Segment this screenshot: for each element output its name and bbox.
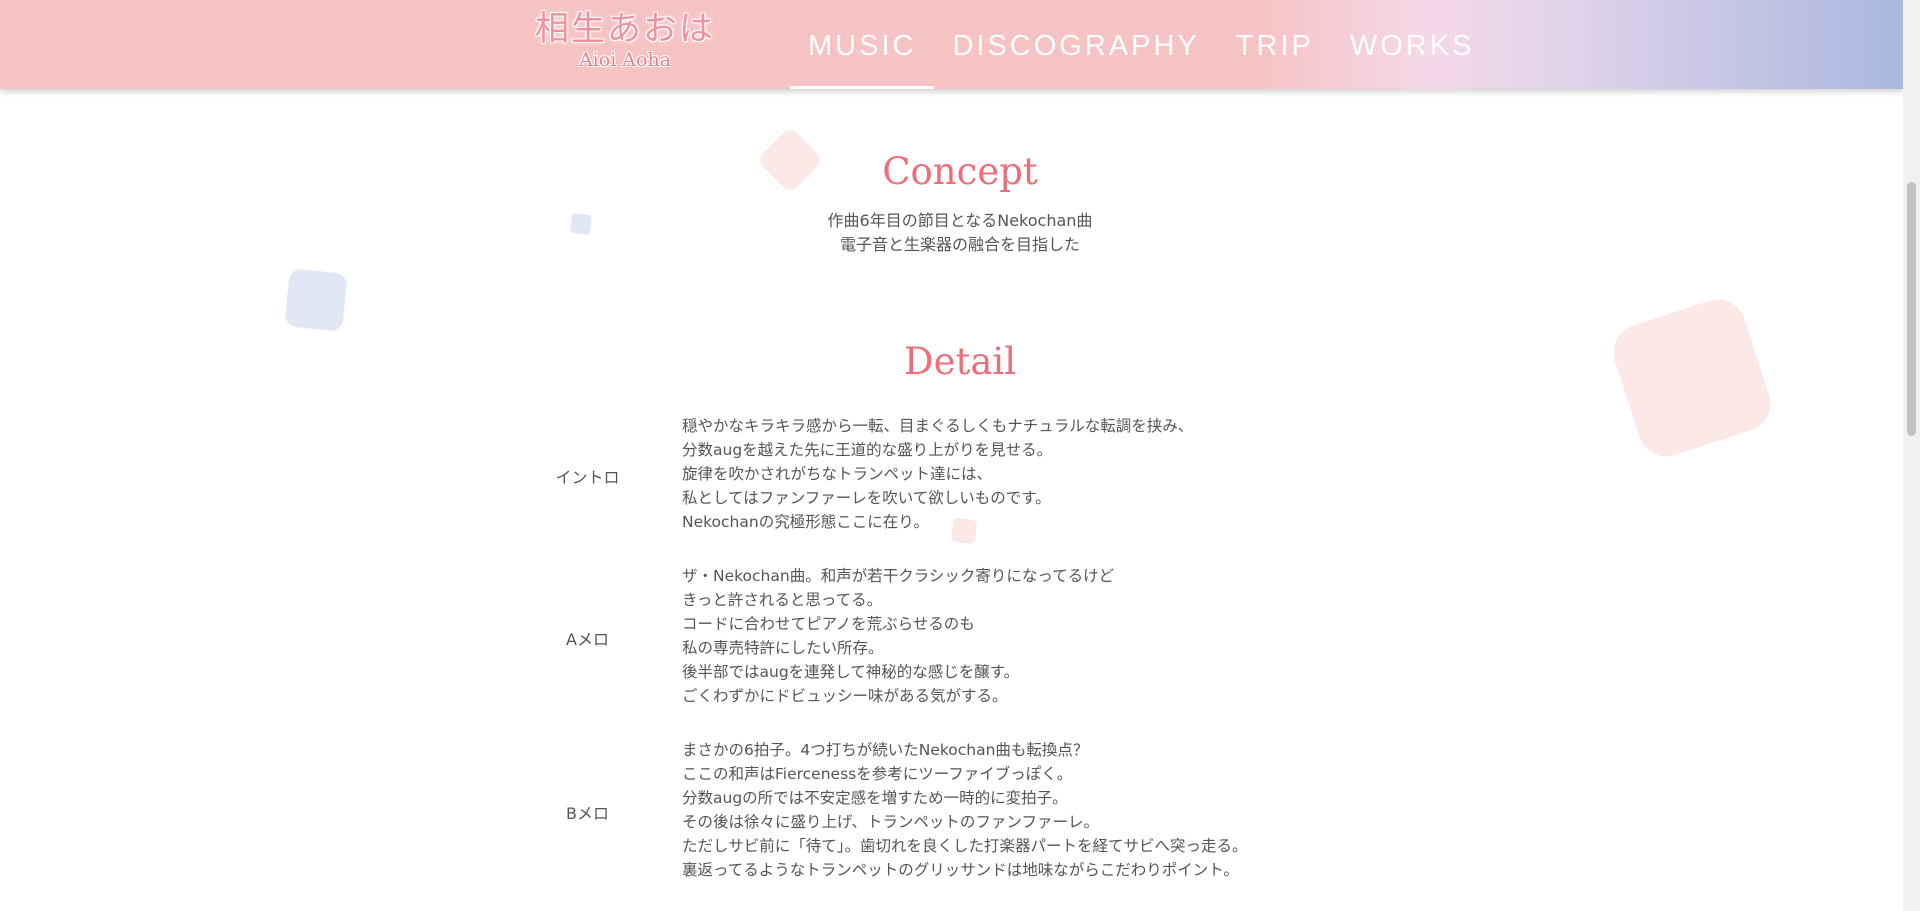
concept-text: 作曲6年目の節目となるNekochan曲 電子音と生楽器の融合を目指した bbox=[0, 209, 1920, 257]
detail-line: その後は徐々に盛り上げ、トランペットのファンファーレ。 bbox=[682, 813, 1099, 831]
detail-line: 旋律を吹かされがちなトランペット達には、 bbox=[682, 465, 993, 483]
detail-line: きっと許されると思ってる。 bbox=[682, 591, 883, 609]
detail-description: まさかの6拍子。4つ打ちが続いたNekochan曲も転換点？ ここの和声はFie… bbox=[682, 738, 1342, 882]
detail-label: Aメロ bbox=[566, 630, 609, 649]
nav-item-trip[interactable]: TRIP bbox=[1218, 0, 1332, 89]
logo-japanese-name: 相生あおは bbox=[535, 9, 715, 49]
detail-line: 私の専売特許にしたい所存。 bbox=[682, 639, 884, 657]
site-logo[interactable]: 相生あおは Aioi Aoha bbox=[532, 9, 718, 71]
nav-item-works[interactable]: WORKS bbox=[1332, 0, 1493, 89]
detail-row-a-melo: Aメロ ザ・Nekochan曲。和声が若干クラシック寄りになってるけど きっと許… bbox=[520, 564, 1340, 710]
detail-row-b-melo: Bメロ まさかの6拍子。4つ打ちが続いたNekochan曲も転換点？ ここの和声… bbox=[520, 738, 1340, 884]
scrollbar-thumb[interactable] bbox=[1907, 182, 1916, 436]
detail-line: ただしサビ前に「待て」。歯切れを良くした打楽器パートを経てサビへ突っ走る。 bbox=[682, 837, 1248, 855]
page-scrollbar[interactable] bbox=[1903, 0, 1920, 911]
detail-description: ザ・Nekochan曲。和声が若干クラシック寄りになってるけど きっと許されると… bbox=[682, 564, 1342, 708]
detail-title: Detail bbox=[903, 340, 1017, 383]
detail-line: 裏返ってるようなトランペットのグリッサンドは地味ながらこだわりポイント。 bbox=[682, 861, 1239, 879]
detail-label: イントロ bbox=[555, 468, 620, 487]
site-header: 相生あおは Aioi Aoha MUSIC DISCOGRAPHY TRIP W… bbox=[0, 0, 1903, 89]
detail-label: Bメロ bbox=[566, 804, 609, 823]
nav-item-music[interactable]: MUSIC bbox=[790, 0, 935, 89]
detail-line: コードに合わせてピアノを荒ぶらせるのも bbox=[682, 615, 975, 633]
logo-romaji-name: Aioi Aoha bbox=[578, 49, 672, 71]
concept-title: Concept bbox=[882, 150, 1038, 193]
detail-row-intro: イントロ 穏やかなキラキラ感から一転、目まぐるしくもナチュラルな転調を挟み、 分… bbox=[520, 414, 1340, 536]
nav-item-discography[interactable]: DISCOGRAPHY bbox=[934, 0, 1217, 89]
detail-line: Nekochanの究極形態ここに在り。 bbox=[682, 513, 929, 531]
detail-line: 分数augの所では不安定感を増すため一時的に変拍子。 bbox=[682, 789, 1068, 807]
detail-line: 分数augを越えた先に王道的な盛り上がりを見せる。 bbox=[682, 441, 1053, 459]
main-nav: MUSIC DISCOGRAPHY TRIP WORKS bbox=[790, 0, 1492, 89]
detail-description: 穏やかなキラキラ感から一転、目まぐるしくもナチュラルな転調を挟み、 分数augを… bbox=[682, 414, 1342, 534]
detail-line: 私としてはファンファーレを吹いて欲しいものです。 bbox=[682, 489, 1051, 507]
detail-line: 穏やかなキラキラ感から一転、目まぐるしくもナチュラルな転調を挟み、 bbox=[682, 417, 1194, 435]
detail-line: ここの和声はFiercenessを参考にツーファイブっぽく。 bbox=[682, 765, 1073, 783]
detail-line: ごくわずかにドビュッシー味がある気がする。 bbox=[682, 687, 1008, 705]
decorative-square-blue bbox=[285, 269, 347, 331]
detail-line: まさかの6拍子。4つ打ちが続いたNekochan曲も転換点？ bbox=[682, 741, 1089, 759]
concept-line: 電子音と生楽器の融合を目指した bbox=[839, 235, 1080, 254]
concept-line: 作曲6年目の節目となるNekochan曲 bbox=[827, 211, 1093, 230]
detail-line: ザ・Nekochan曲。和声が若干クラシック寄りになってるけど bbox=[682, 567, 1115, 585]
detail-line: 後半部ではaugを連発して神秘的な感じを醸す。 bbox=[682, 663, 1020, 681]
